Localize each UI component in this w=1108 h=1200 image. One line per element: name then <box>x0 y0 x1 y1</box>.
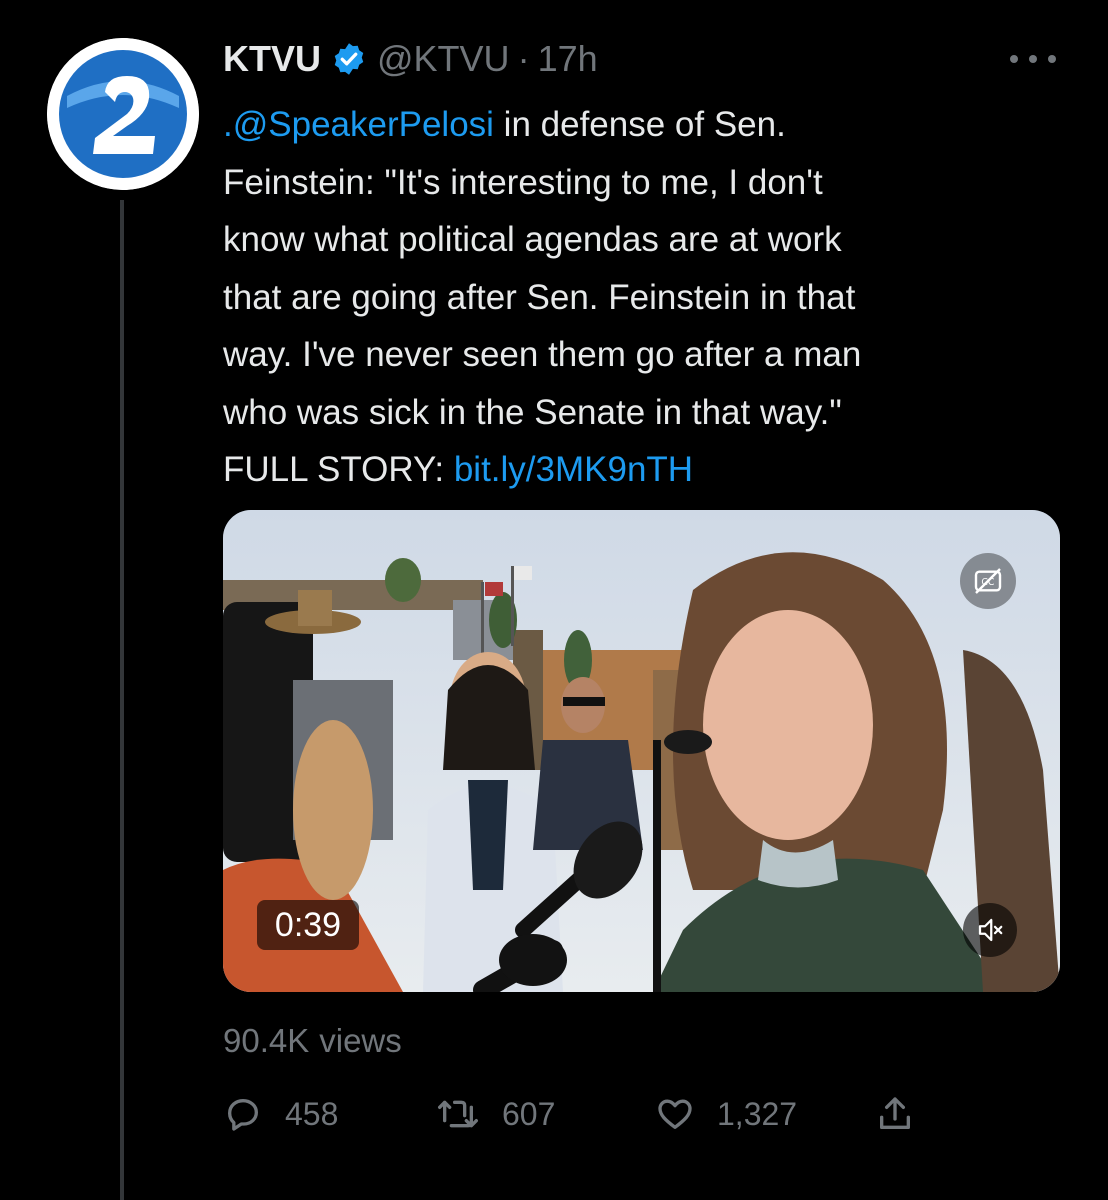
retweet-icon <box>437 1100 478 1128</box>
view-count: 90.4K views <box>223 1022 402 1060</box>
story-link[interactable]: bit.ly/3MK9nTH <box>454 450 693 489</box>
tweet-header: KTVU @KTVU · 17h <box>223 34 598 84</box>
ktvu-logo <box>47 38 199 190</box>
reply-button[interactable]: 458 <box>223 1092 338 1136</box>
closed-captions-off-icon: CC <box>974 568 1002 594</box>
like-count: 1,327 <box>717 1095 798 1132</box>
verified-badge-icon <box>334 43 364 75</box>
share-icon <box>880 1097 910 1129</box>
muted-speaker-icon <box>978 918 1003 942</box>
like-button[interactable]: 1,327 <box>655 1092 797 1136</box>
share-button[interactable] <box>875 1092 937 1136</box>
tweet-line: know what political agendas are at work <box>223 220 842 259</box>
timestamp[interactable]: 17h <box>538 38 598 80</box>
view-count-label: views <box>319 1022 402 1059</box>
view-count-number: 90.4K <box>223 1022 310 1059</box>
tweet-line: .@SpeakerPelosi in defense of Sen. <box>223 105 786 144</box>
mention-link[interactable]: .@SpeakerPelosi <box>223 105 494 144</box>
reply-count: 458 <box>285 1095 339 1132</box>
action-bar: 458 607 1,327 <box>223 1092 943 1136</box>
tweet-line: who was sick in the Senate in that way." <box>223 392 842 432</box>
reply-icon <box>228 1099 258 1131</box>
video-player[interactable]: CC 0:39 <box>223 510 1060 992</box>
tweet-line: that are going after Sen. Feinstein in t… <box>223 277 856 317</box>
mute-button[interactable] <box>963 903 1017 957</box>
avatar[interactable] <box>47 38 199 190</box>
author-handle[interactable]: @KTVU <box>377 38 510 80</box>
separator-dot: · <box>517 38 530 79</box>
tweet-line: way. I've never seen them go after a man <box>223 335 862 374</box>
tweet-line: FULL STORY: bit.ly/3MK9nTH <box>223 450 694 489</box>
heart-icon <box>658 1099 692 1129</box>
closed-captions-button[interactable]: CC <box>960 553 1016 609</box>
video-duration: 0:39 <box>257 900 359 950</box>
retweet-count: 607 <box>502 1095 556 1132</box>
author-name[interactable]: KTVU <box>223 38 321 80</box>
tweet-line: Feinstein: "It's interesting to me, I do… <box>223 162 823 202</box>
tweet-text: .@SpeakerPelosi in defense of Sen. Feins… <box>223 96 1063 499</box>
thread-line <box>120 200 124 1200</box>
more-options-icon[interactable] <box>1010 44 1056 74</box>
retweet-button[interactable]: 607 <box>436 1092 555 1136</box>
